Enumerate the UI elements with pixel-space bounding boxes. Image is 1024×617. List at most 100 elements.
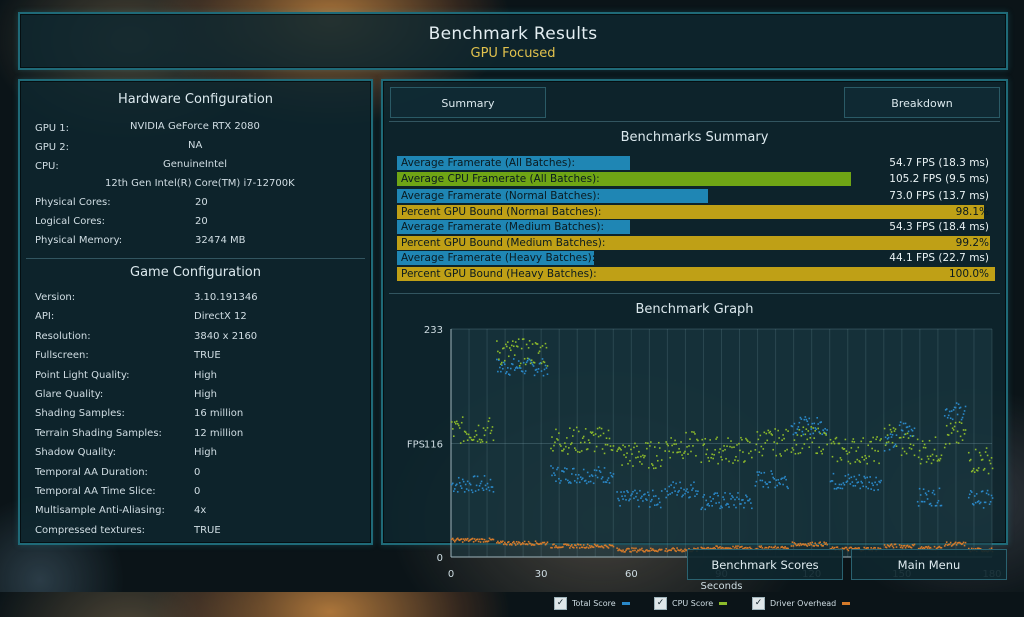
data-point bbox=[671, 444, 673, 447]
data-point bbox=[589, 546, 592, 549]
data-point bbox=[632, 465, 634, 467]
x-tick-label: 0 bbox=[448, 569, 454, 580]
data-point bbox=[853, 475, 856, 478]
data-point bbox=[796, 428, 799, 430]
data-point bbox=[943, 415, 946, 417]
data-point bbox=[612, 473, 615, 475]
summary-row-label: Percent GPU Bound (Heavy Batches): bbox=[401, 268, 597, 280]
data-point bbox=[961, 439, 964, 441]
data-point bbox=[667, 444, 669, 447]
data-point bbox=[477, 424, 480, 427]
data-point bbox=[638, 505, 640, 508]
data-point bbox=[823, 541, 825, 544]
data-point bbox=[461, 416, 464, 418]
data-point bbox=[552, 449, 554, 452]
data-point bbox=[640, 497, 642, 499]
data-point bbox=[504, 541, 506, 544]
data-point bbox=[767, 486, 770, 489]
data-point bbox=[563, 471, 565, 473]
benchmark-scores-button[interactable]: Benchmark Scores bbox=[687, 549, 843, 580]
data-point bbox=[797, 426, 800, 428]
data-point bbox=[924, 492, 927, 495]
data-point bbox=[503, 347, 505, 349]
data-point bbox=[745, 494, 747, 497]
checkbox-total-score[interactable]: ✓ bbox=[554, 597, 567, 610]
data-point bbox=[528, 340, 531, 342]
data-point bbox=[479, 482, 482, 485]
data-point bbox=[460, 538, 463, 540]
data-point bbox=[459, 485, 462, 487]
data-point bbox=[542, 374, 545, 377]
data-point bbox=[909, 435, 912, 437]
data-point bbox=[629, 498, 631, 500]
data-point bbox=[848, 477, 851, 480]
legend-total-score[interactable]: ✓ Total Score bbox=[554, 597, 630, 610]
tab-summary[interactable]: Summary bbox=[390, 87, 546, 118]
checkbox-driver-overhead[interactable]: ✓ bbox=[752, 597, 765, 610]
data-point bbox=[846, 453, 849, 455]
data-point bbox=[964, 429, 967, 431]
data-point bbox=[747, 440, 749, 443]
data-point bbox=[669, 493, 671, 495]
data-point bbox=[572, 435, 574, 437]
data-point bbox=[845, 546, 848, 549]
data-point bbox=[584, 428, 587, 430]
data-point bbox=[602, 546, 605, 549]
game-config-label: Point Light Quality: bbox=[35, 369, 130, 381]
data-point bbox=[687, 491, 689, 494]
data-point bbox=[694, 495, 696, 498]
data-point bbox=[516, 543, 519, 545]
data-point bbox=[931, 491, 934, 494]
data-point bbox=[458, 427, 461, 429]
data-point bbox=[648, 494, 650, 496]
data-point bbox=[756, 431, 759, 433]
data-point bbox=[808, 544, 811, 546]
data-point bbox=[644, 455, 646, 457]
data-point bbox=[849, 483, 852, 485]
data-point bbox=[708, 460, 710, 462]
data-point bbox=[622, 549, 624, 551]
data-point bbox=[633, 497, 635, 500]
legend-driver-overhead[interactable]: ✓ Driver Overhead bbox=[752, 597, 851, 610]
data-point bbox=[646, 499, 648, 501]
data-point bbox=[761, 479, 764, 482]
data-point bbox=[659, 506, 662, 509]
data-point bbox=[645, 442, 647, 444]
data-point bbox=[737, 545, 739, 547]
data-point bbox=[580, 450, 583, 452]
legend-cpu-score[interactable]: ✓ CPU Score bbox=[654, 597, 728, 610]
data-point bbox=[895, 434, 898, 436]
data-point bbox=[492, 538, 495, 541]
data-point bbox=[855, 450, 858, 452]
data-point bbox=[814, 542, 817, 545]
data-point bbox=[471, 537, 474, 540]
data-point bbox=[566, 437, 568, 439]
data-point bbox=[504, 363, 506, 366]
data-point bbox=[925, 461, 928, 463]
main-menu-button[interactable]: Main Menu bbox=[851, 549, 1007, 580]
data-point bbox=[955, 441, 958, 444]
summary-row: Average Framerate (Medium Batches): 54.3 … bbox=[397, 220, 995, 234]
data-point bbox=[487, 420, 490, 423]
data-point bbox=[802, 426, 805, 429]
data-point bbox=[673, 443, 675, 445]
data-point bbox=[647, 491, 649, 494]
checkbox-cpu-score[interactable]: ✓ bbox=[654, 597, 667, 610]
data-point bbox=[974, 501, 977, 504]
data-point bbox=[691, 431, 693, 433]
data-point bbox=[567, 479, 569, 482]
data-point bbox=[902, 422, 905, 425]
data-point bbox=[503, 543, 505, 546]
data-point bbox=[703, 494, 706, 496]
data-point bbox=[492, 491, 495, 493]
summary-title: Benchmarks Summary bbox=[620, 130, 769, 145]
data-point bbox=[592, 434, 595, 436]
data-point bbox=[871, 447, 873, 450]
data-point bbox=[484, 484, 487, 487]
tab-breakdown[interactable]: Breakdown bbox=[844, 87, 1000, 118]
data-point bbox=[506, 345, 508, 348]
data-point bbox=[817, 423, 820, 425]
data-point bbox=[582, 435, 585, 438]
data-point bbox=[487, 540, 490, 542]
data-point bbox=[639, 489, 641, 492]
